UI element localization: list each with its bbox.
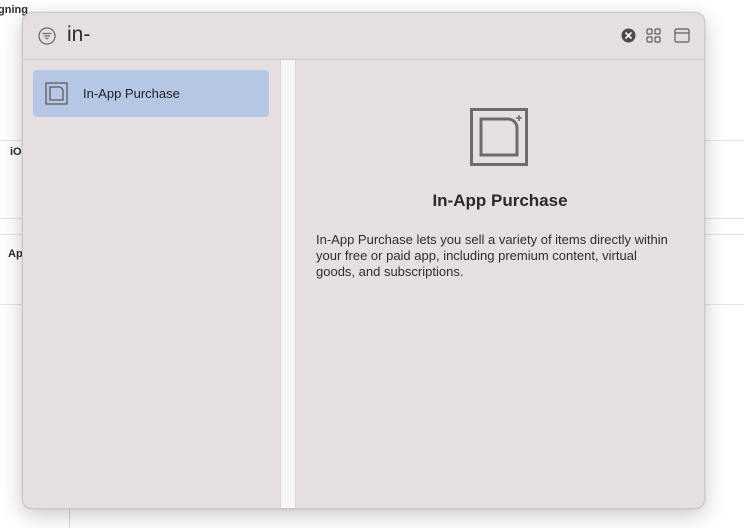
capability-library-popup: in- In-App Purchase In-App Purchase In-A… — [22, 12, 705, 509]
background-row-fragment: Ap — [8, 248, 23, 260]
search-header: in- — [23, 13, 704, 60]
panel-toggle-icon[interactable] — [674, 28, 690, 43]
grid-view-icon[interactable] — [646, 28, 661, 43]
search-input[interactable]: in- — [67, 23, 90, 47]
filter-icon[interactable] — [38, 27, 56, 45]
detail-title: In-App Purchase — [432, 191, 568, 210]
results-list: In-App Purchase — [23, 60, 280, 508]
in-app-purchase-icon — [45, 82, 68, 105]
detail-description: In-App Purchase lets you sell a variety … — [316, 232, 668, 279]
in-app-purchase-icon — [470, 108, 528, 166]
capability-detail: In-App Purchase In-App Purchase lets you… — [296, 60, 704, 508]
list-item-in-app-purchase[interactable]: In-App Purchase — [33, 70, 269, 117]
clear-search-icon[interactable] — [621, 28, 636, 43]
list-item-label: In-App Purchase — [83, 86, 180, 101]
background-platform-fragment: iO — [10, 146, 22, 158]
split-view-divider[interactable] — [280, 60, 296, 508]
